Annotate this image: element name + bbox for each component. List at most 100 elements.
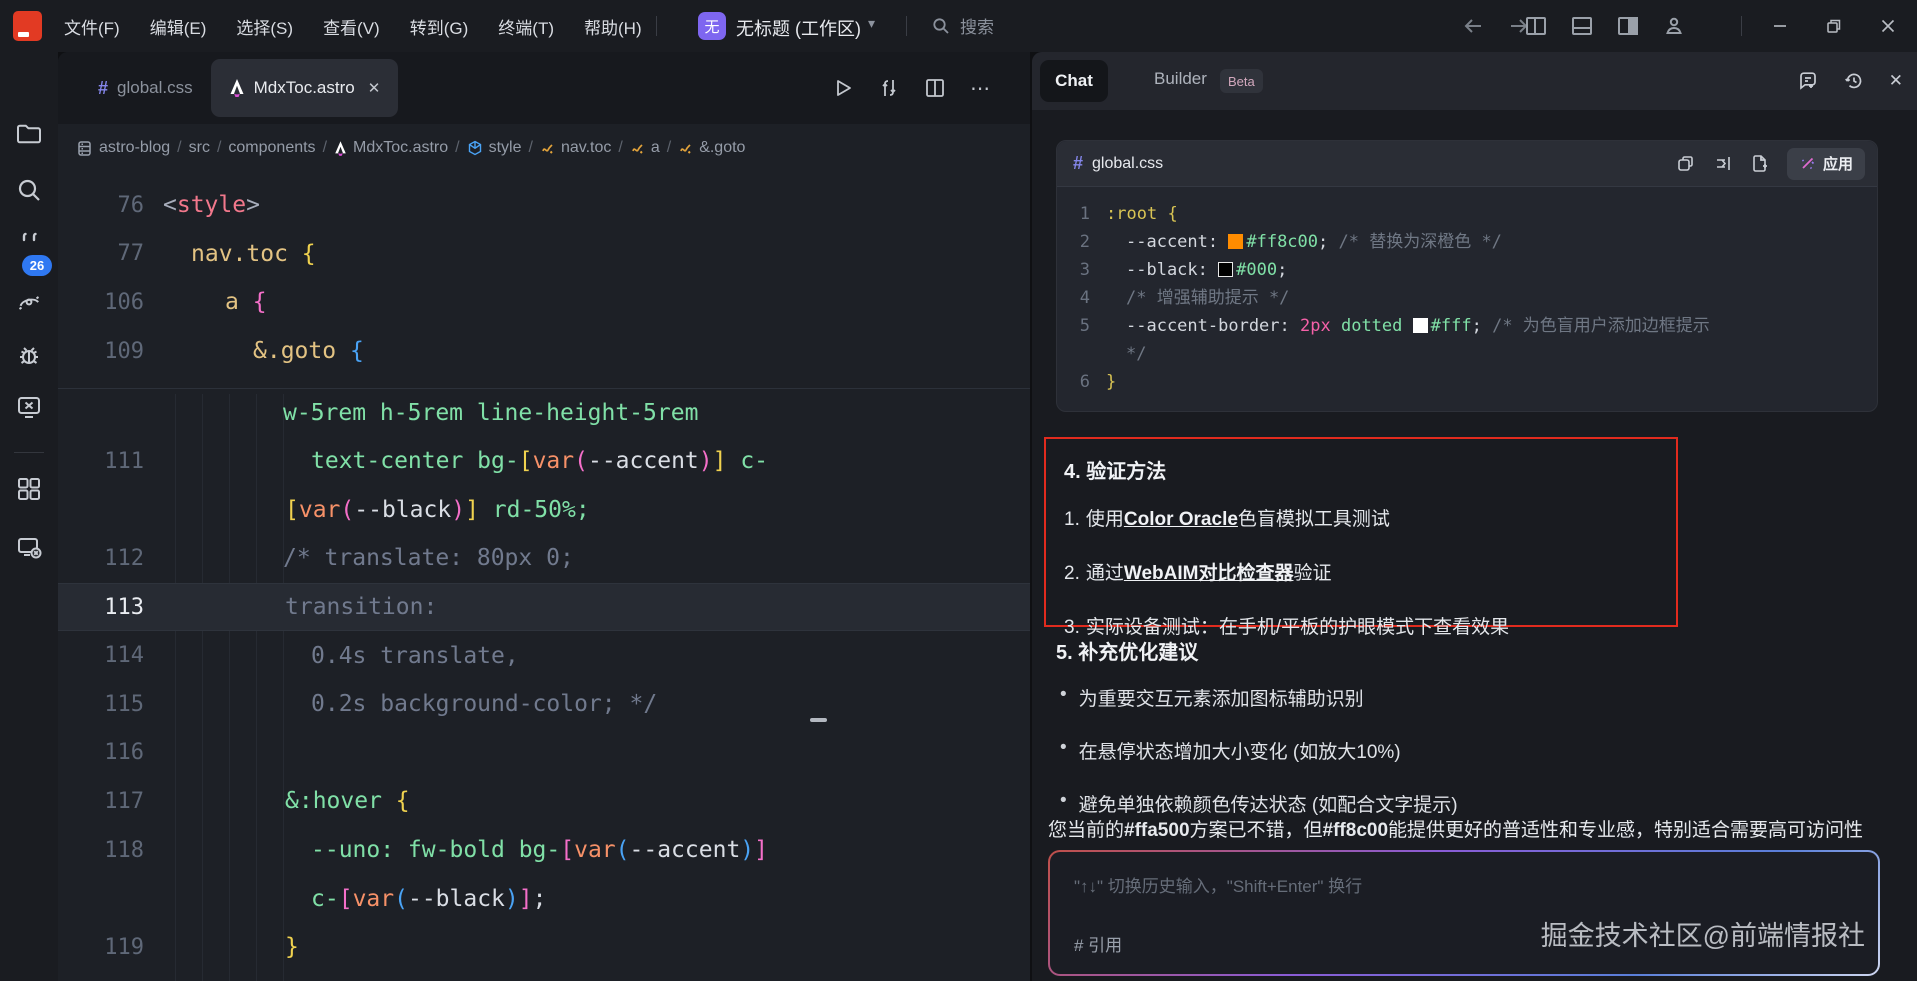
account-icon[interactable] bbox=[1661, 13, 1687, 39]
code-token: --accent-border: bbox=[1126, 316, 1300, 336]
code-line: 112/* translate: 80px 0; bbox=[58, 534, 1030, 583]
code-token: ] bbox=[519, 886, 533, 912]
chat-input[interactable]: "↑↓" 切换历史输入，"Shift+Enter" 换行 # 引用 bbox=[1048, 850, 1880, 976]
code-token: --accent: bbox=[1126, 232, 1228, 252]
color-swatch bbox=[1228, 234, 1243, 249]
menu-item[interactable]: 选择(S) bbox=[236, 14, 293, 39]
code-token: var bbox=[353, 886, 395, 912]
breadcrumb-item[interactable]: MdxToc.astro bbox=[334, 139, 448, 157]
tab-mdxtoc-astro[interactable]: MdxToc.astro ✕ bbox=[211, 59, 399, 117]
menu-item[interactable]: 编辑(E) bbox=[150, 14, 207, 39]
close-tab-icon[interactable]: ✕ bbox=[368, 79, 381, 97]
list-item: 2.通过WebAIM对比检查器验证 bbox=[1064, 558, 1660, 585]
new-file-icon[interactable] bbox=[1750, 154, 1769, 173]
code-line: 117&:hover { bbox=[58, 777, 1030, 826]
global-search[interactable]: 搜索 bbox=[932, 13, 994, 38]
line-number: 5 bbox=[1057, 312, 1099, 340]
breadcrumb-item[interactable]: astro-blog bbox=[76, 139, 170, 157]
breadcrumb-separator: / bbox=[455, 139, 459, 157]
line-content: &.goto { bbox=[144, 338, 364, 364]
line-number: 3 bbox=[1057, 256, 1099, 284]
more-actions-icon[interactable]: ⋯ bbox=[970, 76, 990, 101]
remote-explorer-icon[interactable] bbox=[15, 533, 43, 561]
app-logo-icon[interactable] bbox=[13, 11, 42, 41]
list-text: 避免单独依赖颜色传达状态 (如配合文字提示) bbox=[1079, 790, 1458, 817]
menu-item[interactable]: 终端(T) bbox=[498, 14, 554, 39]
code-token: { bbox=[302, 241, 316, 267]
inline-link[interactable]: Color Oracle bbox=[1124, 509, 1238, 530]
code-token: */ bbox=[1126, 344, 1146, 364]
breadcrumb-item[interactable]: src bbox=[189, 139, 210, 157]
list-text: 通过 bbox=[1086, 563, 1124, 584]
section-title: 4. 验证方法 bbox=[1064, 455, 1660, 484]
debug-bug-icon[interactable] bbox=[15, 341, 43, 369]
scrollbar-thumb[interactable] bbox=[810, 718, 827, 722]
cube-icon bbox=[467, 140, 483, 156]
breadcrumb-item[interactable]: style bbox=[467, 139, 522, 157]
line-number: 117 bbox=[58, 789, 144, 814]
insert-to-editor-icon[interactable] bbox=[1713, 154, 1732, 173]
breadcrumb-item[interactable]: nav.toc bbox=[540, 139, 611, 157]
split-editor-icon[interactable] bbox=[924, 77, 946, 99]
tab-label: MdxToc.astro bbox=[254, 78, 355, 98]
chevron-down-icon[interactable]: ▾ bbox=[868, 15, 875, 32]
code-token: } bbox=[285, 934, 299, 960]
inline-link[interactable]: WebAIM对比检查器 bbox=[1124, 563, 1294, 584]
menu-item[interactable]: 转到(G) bbox=[410, 14, 469, 39]
line-number bbox=[1057, 340, 1099, 368]
menu-item[interactable]: 帮助(H) bbox=[584, 14, 642, 39]
code-line: 119} bbox=[58, 923, 1030, 972]
run-button[interactable] bbox=[832, 77, 854, 99]
source-control-icon[interactable] bbox=[15, 230, 43, 258]
restore-button[interactable] bbox=[1821, 13, 1847, 39]
line-content: a { bbox=[144, 289, 267, 315]
code-editor[interactable]: 76<style>77nav.toc {106a {109&.goto {w-5… bbox=[58, 172, 1030, 981]
close-panel-icon[interactable]: ✕ bbox=[1889, 71, 1903, 91]
breadcrumb-item[interactable]: a bbox=[630, 139, 660, 157]
breadcrumb-item[interactable]: &.goto bbox=[678, 139, 745, 157]
code-token: c- bbox=[311, 886, 339, 912]
copy-icon[interactable] bbox=[1676, 154, 1695, 173]
line-content: /* translate: 80px 0; bbox=[144, 545, 574, 571]
line-number: 111 bbox=[58, 449, 144, 474]
workspace-title[interactable]: 无标题 (工作区) bbox=[736, 15, 861, 41]
breadcrumb-separator: / bbox=[529, 139, 533, 157]
explorer-folder-icon[interactable] bbox=[15, 120, 43, 148]
tab-global-css[interactable]: # global.css bbox=[80, 59, 211, 117]
code-line: 109&.goto { bbox=[58, 327, 1030, 376]
code-token: ( bbox=[340, 497, 354, 523]
code-token: a bbox=[225, 289, 239, 315]
history-icon[interactable] bbox=[1843, 70, 1865, 92]
menu-bar: 文件(F) 编辑(E) 选择(S) 查看(V) 转到(G) 终端(T) 帮助(H) bbox=[64, 0, 642, 52]
layout-panel-icon[interactable] bbox=[1569, 13, 1595, 39]
tab-builder[interactable]: Builder bbox=[1154, 69, 1207, 89]
color-swatch bbox=[1413, 318, 1428, 333]
preview-eye-icon[interactable] bbox=[15, 288, 43, 316]
symbol-icon bbox=[630, 141, 645, 156]
list-marker: 3. bbox=[1064, 617, 1080, 638]
code-token: [ bbox=[560, 837, 574, 863]
breadcrumb-item[interactable]: components bbox=[228, 139, 315, 157]
layout-sidebar-right-icon[interactable] bbox=[1615, 13, 1641, 39]
tab-chat[interactable]: Chat bbox=[1040, 60, 1108, 102]
search-sidebar-icon[interactable] bbox=[15, 176, 43, 204]
layout-sidebar-left-icon[interactable] bbox=[1523, 13, 1549, 39]
menu-item[interactable]: 文件(F) bbox=[64, 14, 120, 39]
extensions-icon[interactable] bbox=[15, 475, 43, 503]
terminal-icon[interactable] bbox=[15, 393, 43, 421]
quote-reference-button[interactable]: # 引用 bbox=[1074, 931, 1122, 956]
bullet-icon: • bbox=[1060, 684, 1067, 711]
annotation-red-box: 4. 验证方法 1.使用Color Oracle色盲模拟工具测试2.通过WebA… bbox=[1044, 437, 1678, 627]
apply-button[interactable]: 应用 bbox=[1787, 148, 1865, 180]
magic-wand-icon bbox=[1799, 155, 1816, 172]
compare-changes-icon[interactable] bbox=[878, 77, 900, 99]
back-arrow-icon[interactable] bbox=[1460, 13, 1486, 39]
close-window-button[interactable] bbox=[1875, 13, 1901, 39]
minimize-button[interactable] bbox=[1767, 13, 1793, 39]
menu-item[interactable]: 查看(V) bbox=[323, 14, 380, 39]
list-text: 在悬停状态增加大小变化 (如放大10%) bbox=[1079, 737, 1401, 764]
code-token: ( bbox=[394, 886, 408, 912]
panel-header: Chat Builder Beta ✕ bbox=[1032, 52, 1917, 110]
paragraph-text: #ffa500 bbox=[1124, 820, 1190, 841]
new-chat-icon[interactable] bbox=[1797, 70, 1819, 92]
